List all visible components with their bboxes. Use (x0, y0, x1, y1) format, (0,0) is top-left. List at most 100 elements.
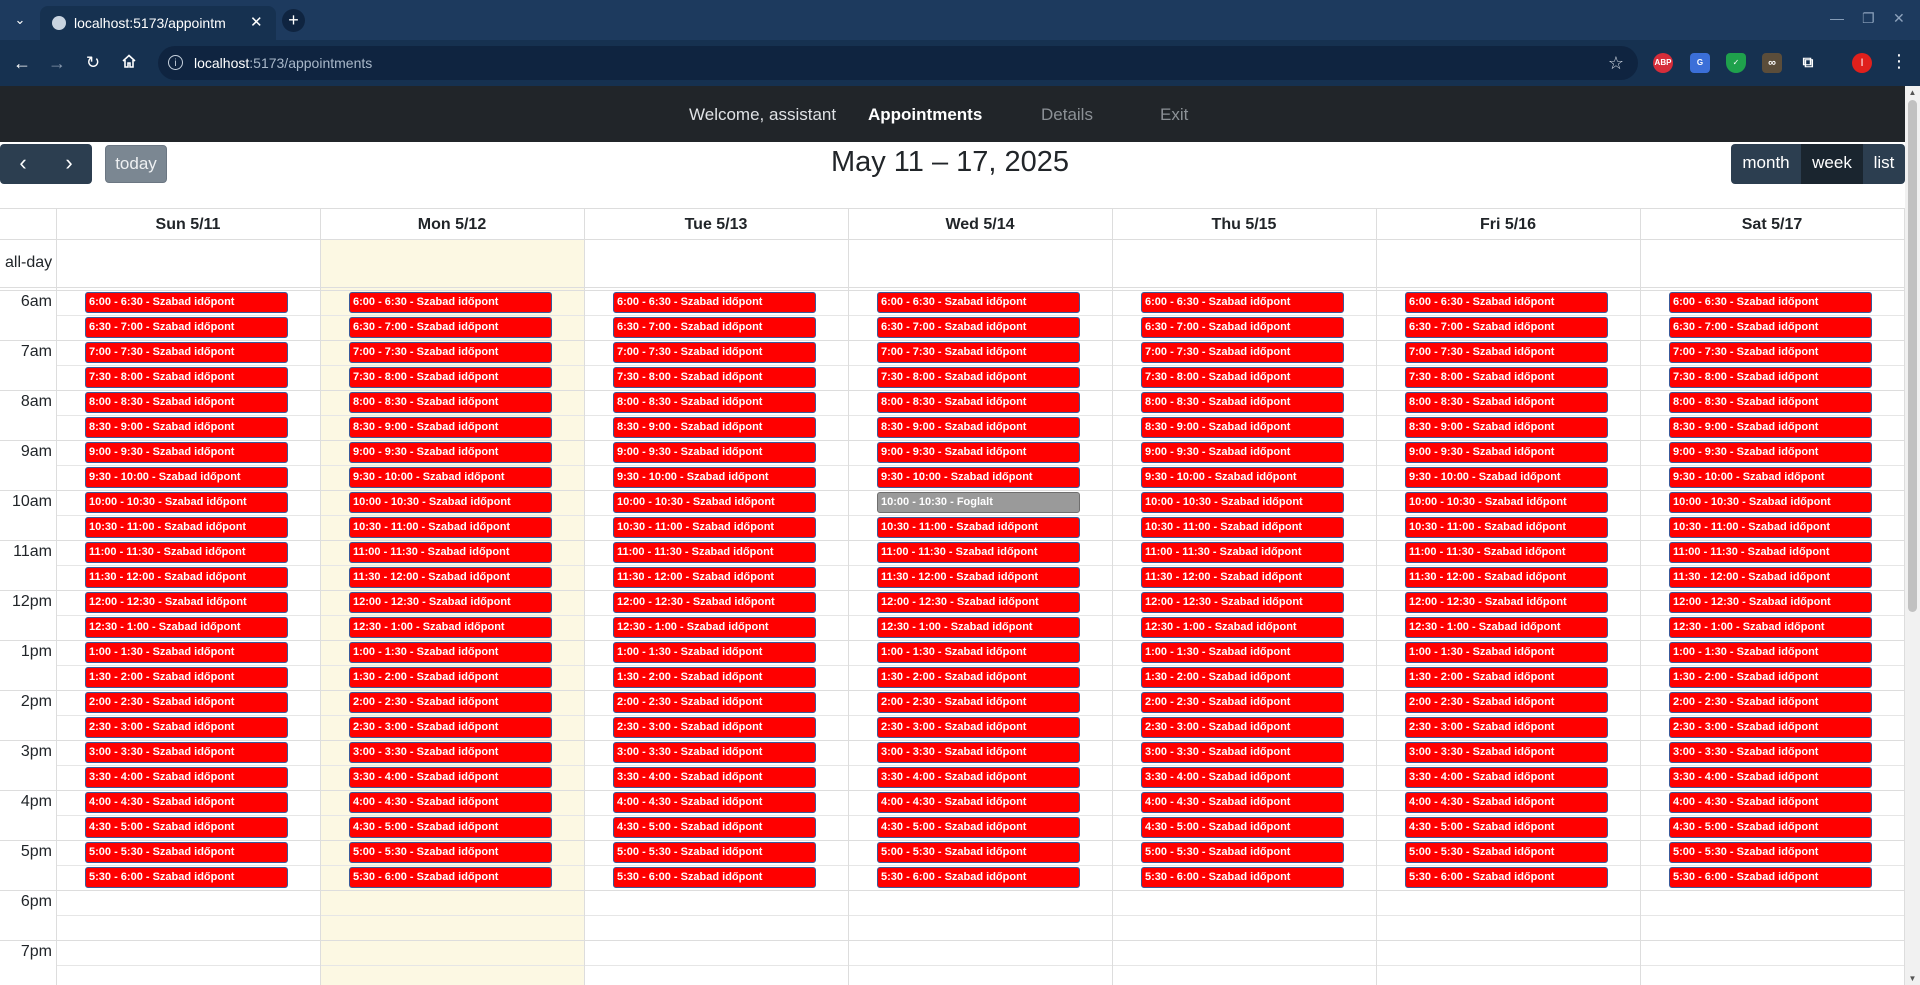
free-slot-event[interactable]: 7:00 - 7:30 - Szabad időpont (85, 342, 288, 363)
free-slot-event[interactable]: 11:30 - 12:00 - Szabad időpont (1669, 567, 1872, 588)
free-slot-event[interactable]: 1:30 - 2:00 - Szabad időpont (1141, 667, 1344, 688)
free-slot-event[interactable]: 11:30 - 12:00 - Szabad időpont (613, 567, 816, 588)
free-slot-event[interactable]: 7:30 - 8:00 - Szabad időpont (85, 367, 288, 388)
free-slot-event[interactable]: 6:00 - 6:30 - Szabad időpont (613, 292, 816, 313)
free-slot-event[interactable]: 2:00 - 2:30 - Szabad időpont (349, 692, 552, 713)
free-slot-event[interactable]: 3:00 - 3:30 - Szabad időpont (349, 742, 552, 763)
free-slot-event[interactable]: 12:30 - 1:00 - Szabad időpont (1141, 617, 1344, 638)
free-slot-event[interactable]: 4:30 - 5:00 - Szabad időpont (613, 817, 816, 838)
day-header[interactable]: Sat 5/17 (1640, 216, 1904, 234)
back-arrow-icon[interactable]: ← (10, 51, 34, 75)
glasses-extension-icon[interactable]: ∞ (1762, 53, 1782, 73)
free-slot-event[interactable]: 6:30 - 7:00 - Szabad időpont (1669, 317, 1872, 338)
free-slot-event[interactable]: 10:00 - 10:30 - Szabad időpont (85, 492, 288, 513)
free-slot-event[interactable]: 7:00 - 7:30 - Szabad időpont (1141, 342, 1344, 363)
free-slot-event[interactable]: 8:30 - 9:00 - Szabad időpont (1669, 417, 1872, 438)
free-slot-event[interactable]: 1:30 - 2:00 - Szabad időpont (349, 667, 552, 688)
free-slot-event[interactable]: 6:00 - 6:30 - Szabad időpont (349, 292, 552, 313)
free-slot-event[interactable]: 3:30 - 4:00 - Szabad időpont (349, 767, 552, 788)
free-slot-event[interactable]: 2:30 - 3:00 - Szabad időpont (613, 717, 816, 738)
free-slot-event[interactable]: 7:00 - 7:30 - Szabad időpont (349, 342, 552, 363)
free-slot-event[interactable]: 10:00 - 10:30 - Szabad időpont (1141, 492, 1344, 513)
free-slot-event[interactable]: 12:00 - 12:30 - Szabad időpont (349, 592, 552, 613)
free-slot-event[interactable]: 6:00 - 6:30 - Szabad időpont (1669, 292, 1872, 313)
free-slot-event[interactable]: 11:30 - 12:00 - Szabad időpont (1405, 567, 1608, 588)
free-slot-event[interactable]: 10:30 - 11:00 - Szabad időpont (349, 517, 552, 538)
free-slot-event[interactable]: 8:30 - 9:00 - Szabad időpont (1141, 417, 1344, 438)
home-icon[interactable] (117, 51, 141, 75)
free-slot-event[interactable]: 8:00 - 8:30 - Szabad időpont (1405, 392, 1608, 413)
free-slot-event[interactable]: 3:30 - 4:00 - Szabad időpont (1141, 767, 1344, 788)
free-slot-event[interactable]: 4:00 - 4:30 - Szabad időpont (1141, 792, 1344, 813)
free-slot-event[interactable]: 11:00 - 11:30 - Szabad időpont (877, 542, 1080, 563)
free-slot-event[interactable]: 6:30 - 7:00 - Szabad időpont (1141, 317, 1344, 338)
free-slot-event[interactable]: 6:00 - 6:30 - Szabad időpont (85, 292, 288, 313)
free-slot-event[interactable]: 7:30 - 8:00 - Szabad időpont (1669, 367, 1872, 388)
browser-menu-icon[interactable]: ⋮ (1890, 51, 1908, 72)
free-slot-event[interactable]: 4:00 - 4:30 - Szabad időpont (877, 792, 1080, 813)
free-slot-event[interactable]: 5:30 - 6:00 - Szabad időpont (1669, 867, 1872, 888)
free-slot-event[interactable]: 8:00 - 8:30 - Szabad időpont (85, 392, 288, 413)
address-bar[interactable]: i localhost:5173/appointments ☆ (158, 46, 1638, 80)
free-slot-event[interactable]: 2:30 - 3:00 - Szabad időpont (877, 717, 1080, 738)
month-view-button[interactable]: month (1731, 144, 1801, 184)
free-slot-event[interactable]: 8:30 - 9:00 - Szabad időpont (877, 417, 1080, 438)
free-slot-event[interactable]: 2:00 - 2:30 - Szabad időpont (613, 692, 816, 713)
booked-event[interactable]: 10:00 - 10:30 - Foglalt (877, 492, 1080, 513)
free-slot-event[interactable]: 12:00 - 12:30 - Szabad időpont (1669, 592, 1872, 613)
free-slot-event[interactable]: 9:30 - 10:00 - Szabad időpont (85, 467, 288, 488)
free-slot-event[interactable]: 9:00 - 9:30 - Szabad időpont (1141, 442, 1344, 463)
free-slot-event[interactable]: 2:00 - 2:30 - Szabad időpont (1141, 692, 1344, 713)
day-header[interactable]: Fri 5/16 (1376, 216, 1640, 234)
free-slot-event[interactable]: 1:30 - 2:00 - Szabad időpont (1669, 667, 1872, 688)
free-slot-event[interactable]: 2:30 - 3:00 - Szabad időpont (1669, 717, 1872, 738)
free-slot-event[interactable]: 1:00 - 1:30 - Szabad időpont (613, 642, 816, 663)
browser-tab[interactable]: localhost:5173/appointm ✕ (40, 6, 276, 40)
free-slot-event[interactable]: 3:00 - 3:30 - Szabad időpont (1669, 742, 1872, 763)
free-slot-event[interactable]: 8:00 - 8:30 - Szabad időpont (1669, 392, 1872, 413)
free-slot-event[interactable]: 3:00 - 3:30 - Szabad időpont (1141, 742, 1344, 763)
free-slot-event[interactable]: 11:30 - 12:00 - Szabad időpont (877, 567, 1080, 588)
free-slot-event[interactable]: 11:00 - 11:30 - Szabad időpont (1405, 542, 1608, 563)
nav-exit-link[interactable]: Exit (1160, 105, 1188, 125)
free-slot-event[interactable]: 5:30 - 6:00 - Szabad időpont (349, 867, 552, 888)
close-tab-icon[interactable]: ✕ (250, 13, 263, 31)
free-slot-event[interactable]: 4:00 - 4:30 - Szabad időpont (85, 792, 288, 813)
day-header[interactable]: Sun 5/11 (56, 216, 320, 234)
free-slot-event[interactable]: 12:30 - 1:00 - Szabad időpont (349, 617, 552, 638)
day-header[interactable]: Thu 5/15 (1112, 216, 1376, 234)
free-slot-event[interactable]: 10:30 - 11:00 - Szabad időpont (1405, 517, 1608, 538)
day-header[interactable]: Mon 5/12 (320, 216, 584, 234)
free-slot-event[interactable]: 12:00 - 12:30 - Szabad időpont (877, 592, 1080, 613)
free-slot-event[interactable]: 4:00 - 4:30 - Szabad időpont (349, 792, 552, 813)
free-slot-event[interactable]: 11:00 - 11:30 - Szabad időpont (1141, 542, 1344, 563)
free-slot-event[interactable]: 1:00 - 1:30 - Szabad időpont (1405, 642, 1608, 663)
free-slot-event[interactable]: 7:30 - 8:00 - Szabad időpont (613, 367, 816, 388)
free-slot-event[interactable]: 3:30 - 4:00 - Szabad időpont (85, 767, 288, 788)
nav-details-link[interactable]: Details (1041, 105, 1093, 125)
free-slot-event[interactable]: 10:30 - 11:00 - Szabad időpont (877, 517, 1080, 538)
free-slot-event[interactable]: 10:00 - 10:30 - Szabad időpont (613, 492, 816, 513)
free-slot-event[interactable]: 7:00 - 7:30 - Szabad időpont (1669, 342, 1872, 363)
free-slot-event[interactable]: 3:30 - 4:00 - Szabad időpont (613, 767, 816, 788)
free-slot-event[interactable]: 7:00 - 7:30 - Szabad időpont (1405, 342, 1608, 363)
free-slot-event[interactable]: 2:30 - 3:00 - Szabad időpont (85, 717, 288, 738)
free-slot-event[interactable]: 4:30 - 5:00 - Szabad időpont (1141, 817, 1344, 838)
reload-icon[interactable]: ↻ (81, 51, 105, 75)
free-slot-event[interactable]: 5:30 - 6:00 - Szabad időpont (1141, 867, 1344, 888)
free-slot-event[interactable]: 1:30 - 2:00 - Szabad időpont (613, 667, 816, 688)
free-slot-event[interactable]: 4:30 - 5:00 - Szabad időpont (349, 817, 552, 838)
free-slot-event[interactable]: 1:00 - 1:30 - Szabad időpont (349, 642, 552, 663)
free-slot-event[interactable]: 3:00 - 3:30 - Szabad időpont (877, 742, 1080, 763)
free-slot-event[interactable]: 1:30 - 2:00 - Szabad időpont (85, 667, 288, 688)
shield-extension-icon[interactable]: ✓ (1726, 53, 1746, 73)
free-slot-event[interactable]: 5:00 - 5:30 - Szabad időpont (1141, 842, 1344, 863)
free-slot-event[interactable]: 6:00 - 6:30 - Szabad időpont (1141, 292, 1344, 313)
free-slot-event[interactable]: 7:30 - 8:00 - Szabad időpont (1141, 367, 1344, 388)
free-slot-event[interactable]: 10:30 - 11:00 - Szabad időpont (1141, 517, 1344, 538)
free-slot-event[interactable]: 3:30 - 4:00 - Szabad időpont (1669, 767, 1872, 788)
free-slot-event[interactable]: 11:00 - 11:30 - Szabad időpont (613, 542, 816, 563)
free-slot-event[interactable]: 2:00 - 2:30 - Szabad időpont (877, 692, 1080, 713)
translate-extension-icon[interactable]: G (1690, 53, 1710, 73)
adblock-extension-icon[interactable]: ABP (1653, 53, 1673, 73)
